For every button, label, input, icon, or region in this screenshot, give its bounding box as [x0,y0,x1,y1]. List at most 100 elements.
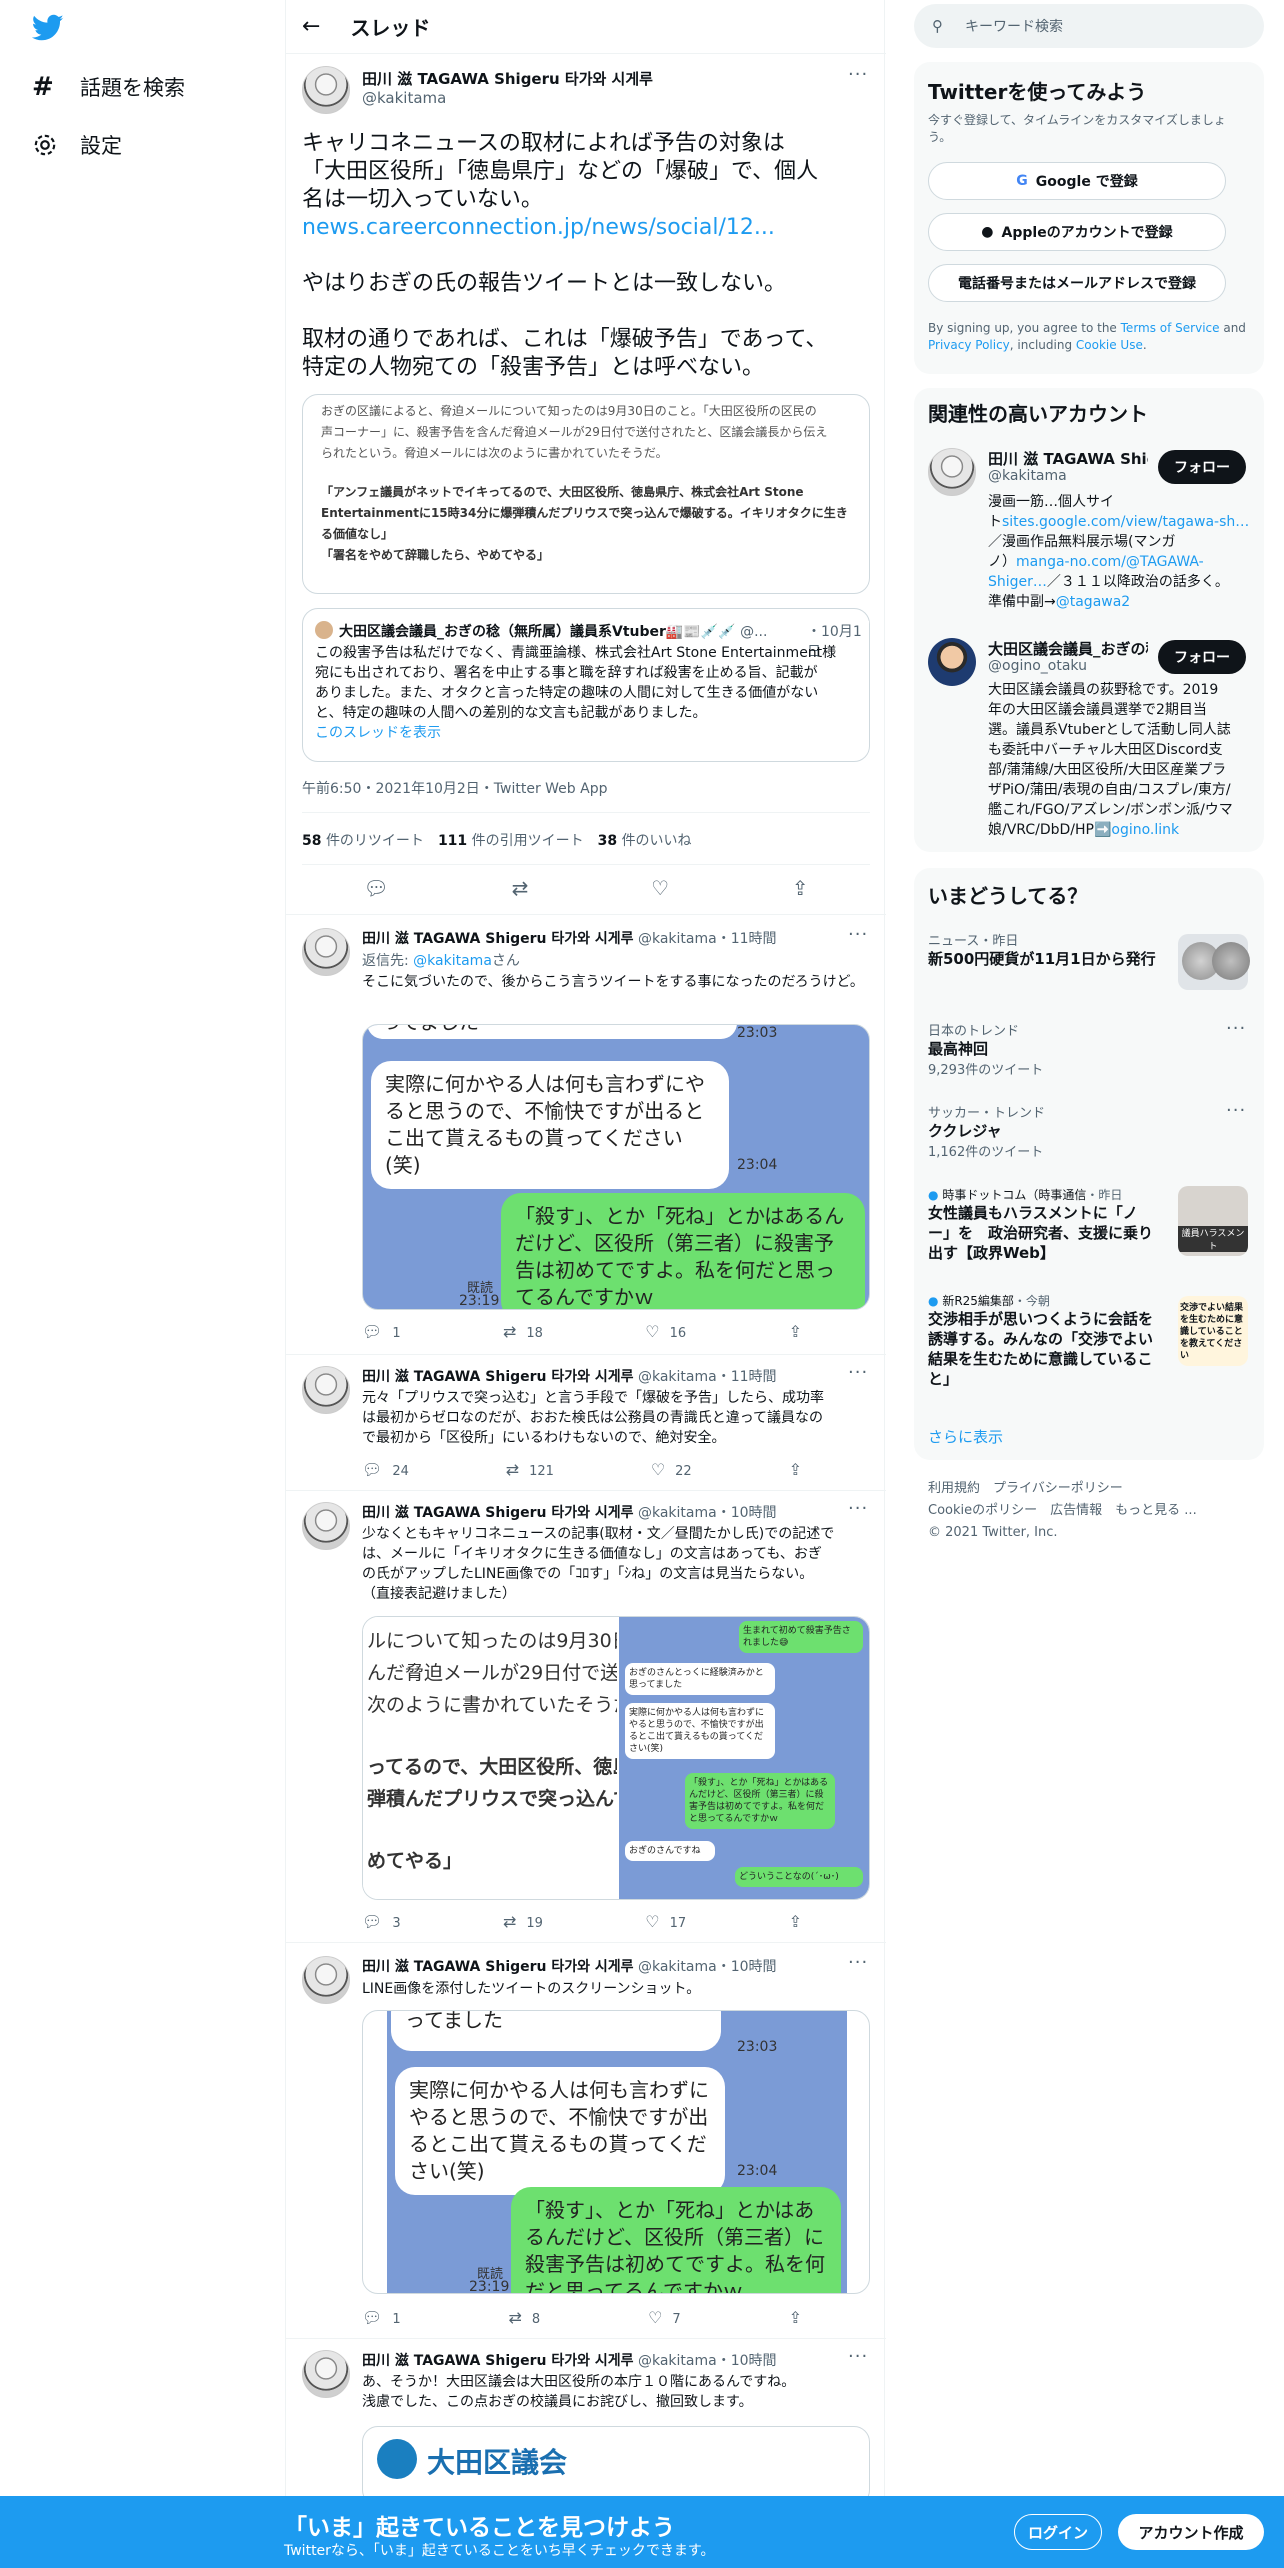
account-name[interactable]: 大田区議会議員_おぎの稔 [988,638,1148,659]
like-stat[interactable]: 38 件のいいね [598,830,692,850]
account-handle[interactable]: @ogino_otaku [988,658,1087,674]
more-options-icon[interactable]: ··· [848,1952,868,1973]
reply-to-link[interactable]: @kakitama [413,953,492,969]
author-handle[interactable]: @kakitama [362,89,446,107]
trend-more-icon[interactable]: ··· [1226,1100,1246,1121]
author-name[interactable]: 田川 滋 TAGAWA Shigeru 타가와 시게루 [362,68,653,89]
reply-icon[interactable]: 💬︎ [363,876,388,900]
cookie-link[interactable]: Cookie Use [1076,338,1143,352]
footer-link[interactable]: 広告情報 [1050,1503,1102,1518]
author-handle[interactable]: @kakitama [638,931,717,947]
retweet-icon[interactable]: ⇄ [512,876,529,900]
author-handle[interactable]: @kakitama [638,2353,717,2369]
retweet-stat[interactable]: 58 件のリツイート [302,830,424,850]
author-handle[interactable]: @kakitama [638,1369,717,1385]
trend-more-icon[interactable]: ··· [1226,1018,1246,1039]
avatar[interactable] [302,928,350,976]
bio-link[interactable]: Shiger… [988,574,1047,590]
share-icon[interactable]: ⇪ [789,1322,812,1341]
show-more-link[interactable]: さらに表示 [928,1426,1003,1447]
show-thread-link[interactable]: このスレッドを表示 [315,723,863,743]
avatar[interactable] [302,1366,350,1414]
apple-signup-button[interactable]: ● Appleのアカウントで登録 [928,213,1226,251]
footer-link[interactable]: もっと見る ... [1115,1503,1197,1518]
nav-settings[interactable]: 設定 [32,130,122,160]
tweet-time[interactable]: ・11時間 [717,1369,777,1385]
follow-button[interactable]: フォロー [1158,450,1246,484]
more-options-icon[interactable]: ··· [848,1498,868,1519]
phone-signup-button[interactable]: 電話番号またはメールアドレスで登録 [928,264,1226,302]
tweet-time[interactable]: ・11時間 [717,931,777,947]
follow-button[interactable]: フォロー [1158,640,1246,674]
create-account-button[interactable]: アカウント作成 [1118,2514,1264,2550]
footer-link[interactable]: 利用規約 [928,1481,980,1496]
author-name[interactable]: 田川 滋 TAGAWA Shigeru 타가와 시게루 [362,1369,634,1385]
avatar[interactable] [302,1956,350,2004]
avatar[interactable] [928,638,976,686]
bio-link[interactable]: ➡️ogino.link [1094,822,1179,838]
author-handle[interactable]: @kakitama [638,1959,717,1975]
reply-button[interactable]: 💬︎ 3 [362,1912,401,1931]
avatar[interactable] [928,448,976,496]
bio-link[interactable]: @tagawa2 [1056,594,1130,610]
reply-button[interactable]: 💬︎ 1 [362,2308,401,2327]
share-icon[interactable]: ⇪ [789,2308,812,2327]
trend-item[interactable]: サッカー・トレンド ククレジャ 1,162件のツイート [928,1102,1045,1160]
twitter-logo-icon[interactable] [32,14,64,42]
more-options-icon[interactable]: ··· [848,64,868,85]
like-icon[interactable]: ♡ [651,876,669,900]
author-name[interactable]: 田川 滋 TAGAWA Shigeru 타가와 시게루 [362,931,634,947]
bio-link[interactable]: manga-no.com/@TAGAWA- [1016,554,1204,570]
login-button[interactable]: ログイン [1014,2514,1102,2550]
retweet-button[interactable]: ⇄ 8 [508,2308,540,2327]
bio-link[interactable]: sites.google.com/view/tagawa-sh… [1002,514,1249,530]
reply-button[interactable]: 💬︎ 1 [362,1322,401,1341]
reply-button[interactable]: 💬︎ 24 [362,1460,409,1479]
avatar[interactable] [302,1502,350,1550]
account-name[interactable]: 田川 滋 TAGAWA Shigeru [988,448,1148,469]
trend-item[interactable]: 日本のトレンド 最高神回 9,293件のツイート [928,1020,1043,1078]
footer-link[interactable]: Cookieのポリシー [928,1503,1037,1518]
quote-stat[interactable]: 111 件の引用ツイート [438,830,584,850]
split-image[interactable]: ルについて知ったのは9月30日の んだ脅迫メールが29日付で送付 次のように書か… [362,1616,870,1900]
search-input[interactable]: ⚲ キーワード検索 [914,4,1264,48]
footer-link[interactable]: プライバシーポリシー [993,1481,1123,1496]
quoted-tweet[interactable]: 大田区議会議員_おぎの稔（無所属）議員系Vtuber🏭📰💉💉 @... ・10月… [302,608,870,762]
screenshot-image[interactable]: ってました 23:03 実際に何かやる人は何も言わずにやると思うので、不愉快です… [362,2010,870,2294]
share-icon[interactable]: ⇪ [789,1912,812,1931]
google-signup-button[interactable]: G Google で登録 [928,162,1226,200]
news-item[interactable]: ● 新R25編集部・今朝 交渉相手が思いつくように会話を 誘導する。みんなの「交渉… [928,1292,1166,1389]
more-options-icon[interactable]: ··· [848,924,868,945]
retweet-button[interactable]: ⇄ 121 [506,1460,554,1479]
ota-assembly-image[interactable]: 大田区議会 [362,2426,870,2506]
avatar[interactable] [302,66,350,114]
trend-item[interactable]: ニュース・昨日 新500円硬貨が11月1日から発行 [928,930,1156,969]
tweet-time[interactable]: ・10時間 [717,1959,777,1975]
share-icon[interactable]: ⇪ [789,1460,812,1479]
like-button[interactable]: ♡ 16 [645,1322,686,1341]
more-options-icon[interactable]: ··· [848,1362,868,1383]
avatar[interactable] [302,2350,350,2398]
privacy-link[interactable]: Privacy Policy [928,338,1010,352]
article-link[interactable]: news.careerconnection.jp/news/social/12.… [302,214,872,242]
retweet-button[interactable]: ⇄ 19 [503,1912,543,1931]
nav-explore[interactable]: # 話題を検索 [32,72,185,102]
article-screenshot[interactable]: おぎの区議によると、脅迫メールについて知ったのは9月30日のこと。「大田区役所の… [302,394,870,594]
retweet-button[interactable]: ⇄ 18 [503,1322,543,1341]
back-arrow-icon[interactable]: ← [302,14,320,39]
account-handle[interactable]: @kakitama [988,468,1067,484]
tweet-time[interactable]: ・10時間 [717,1505,777,1521]
tweet-time[interactable]: ・10時間 [717,2353,777,2369]
author-handle[interactable]: @kakitama [638,1505,717,1521]
author-name[interactable]: 田川 滋 TAGAWA Shigeru 타가와 시게루 [362,1959,634,1975]
author-name[interactable]: 田川 滋 TAGAWA Shigeru 타가와 시게루 [362,1505,634,1521]
line-chat-image[interactable]: ってました 23:03 実際に何かやる人は何も言わずにやると思うので、不愉快です… [362,1024,870,1310]
terms-link[interactable]: Terms of Service [1121,321,1220,335]
tweet-timestamp[interactable]: 午前6:50・2021年10月2日・Twitter Web App [302,778,607,798]
like-button[interactable]: ♡ 7 [648,2308,681,2327]
more-options-icon[interactable]: ··· [848,2346,868,2367]
author-name[interactable]: 田川 滋 TAGAWA Shigeru 타가와 시게루 [362,2353,634,2369]
share-icon[interactable]: ⇪ [792,876,809,900]
like-button[interactable]: ♡ 22 [651,1460,692,1479]
like-button[interactable]: ♡ 17 [645,1912,686,1931]
